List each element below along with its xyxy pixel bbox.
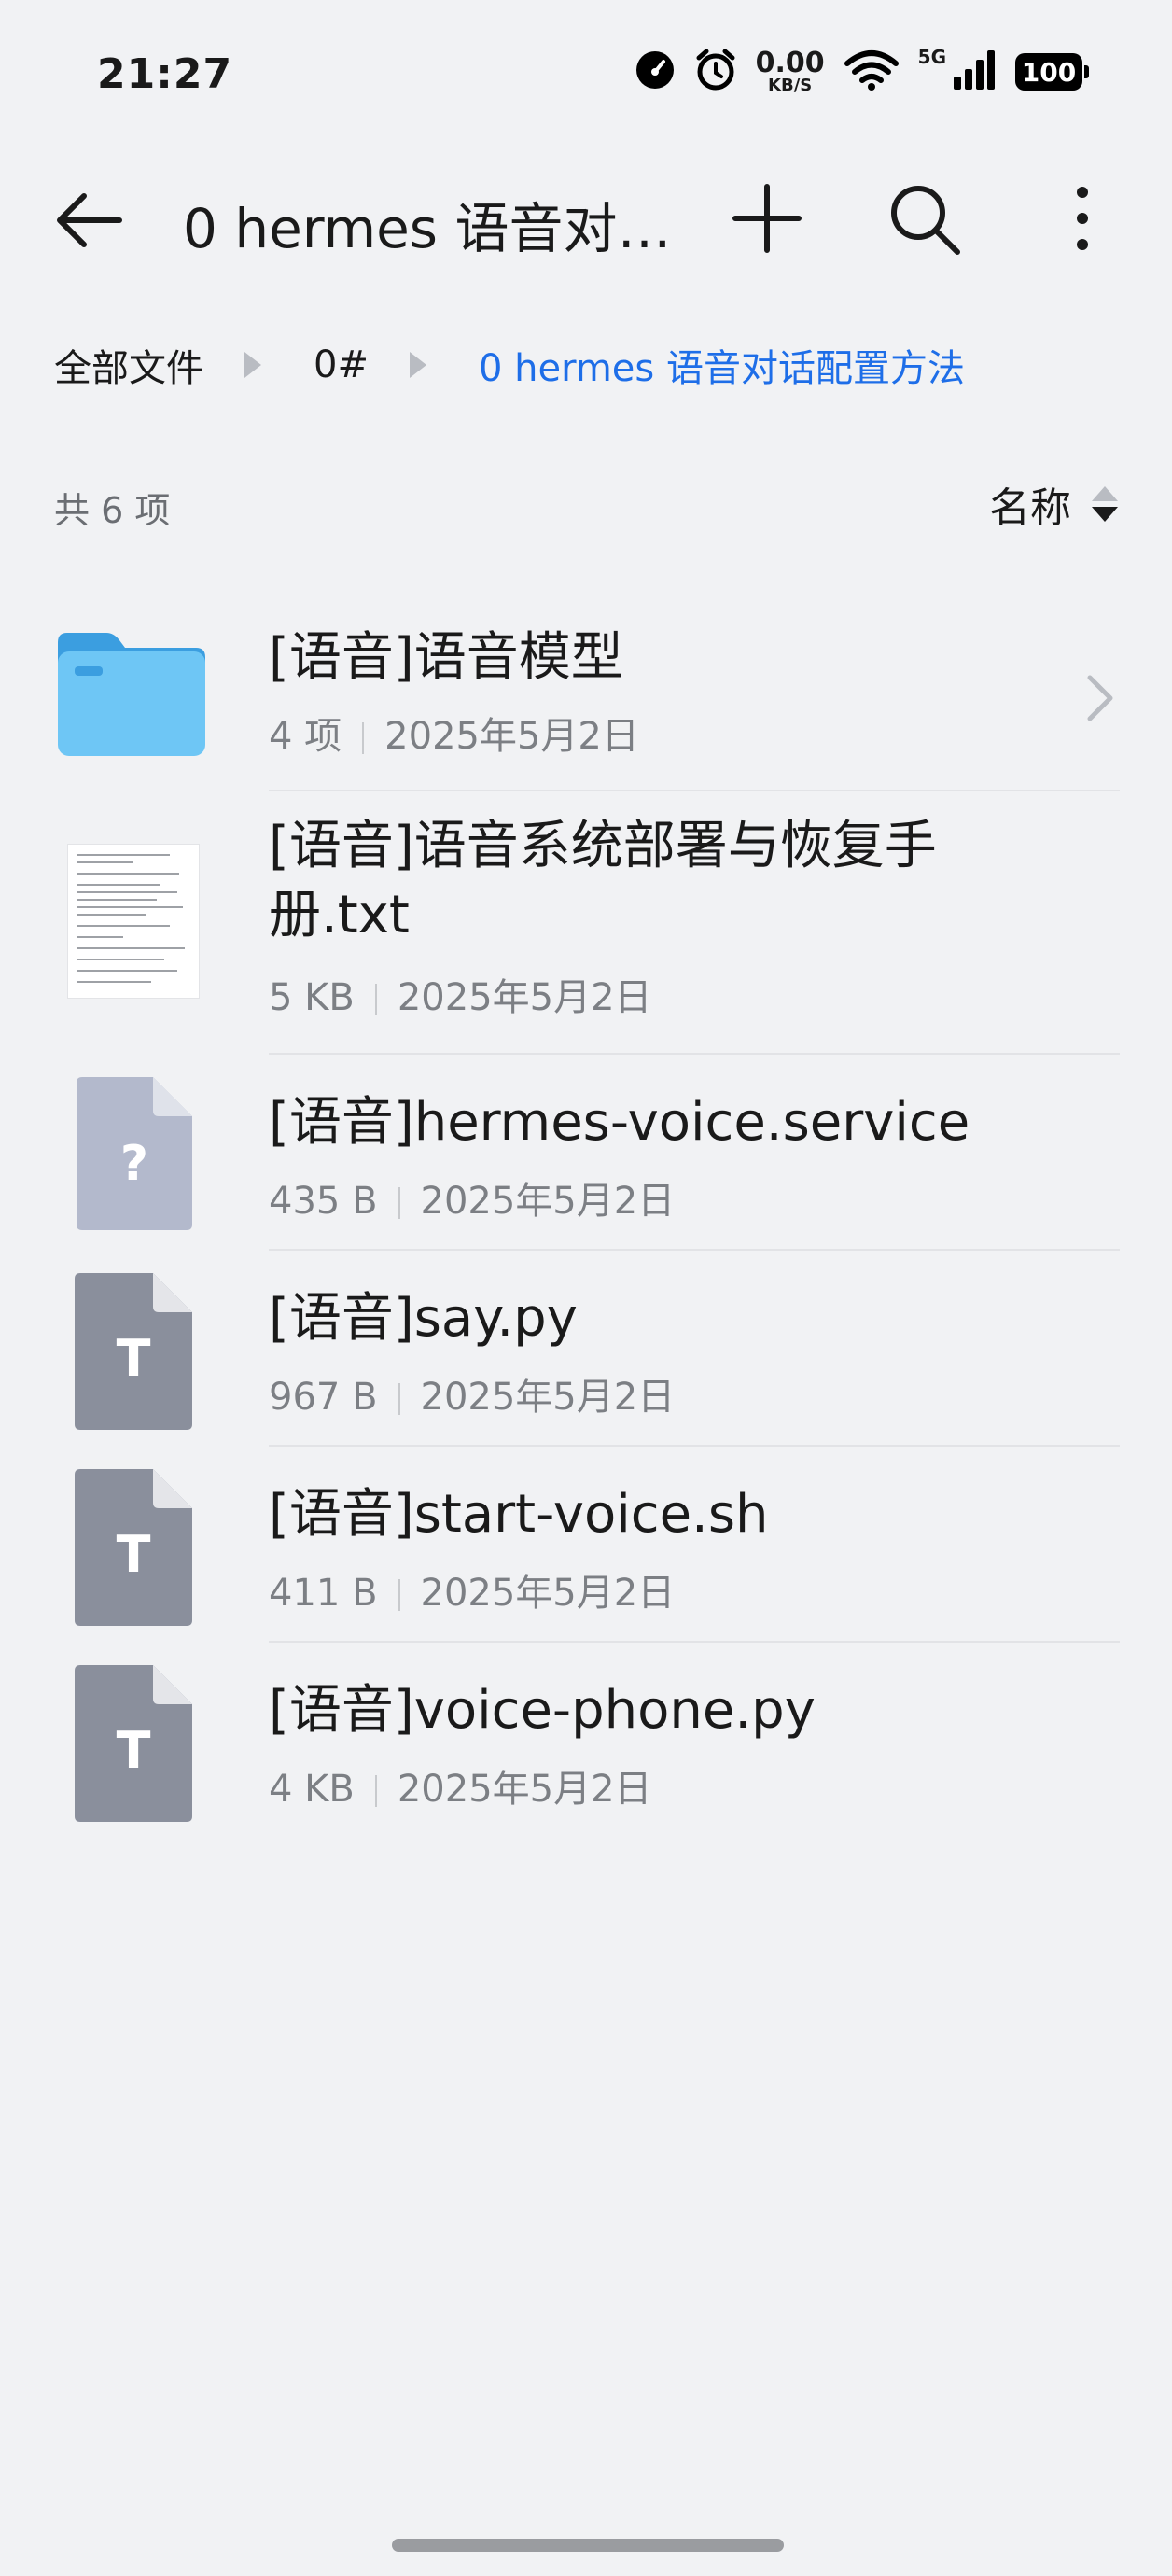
file-date: 2025年5月2日 <box>420 1376 676 1419</box>
back-button[interactable] <box>50 181 129 259</box>
more-vertical-icon <box>1077 187 1088 250</box>
file-list: [语音]语音模型 4 项 2025年5月2日 [语音]语音系统部署与恢复手册.t… <box>0 595 1172 1839</box>
network-speed-value: 0.00 <box>755 47 825 79</box>
file-name: [语音]say.py <box>269 1288 578 1349</box>
file-date: 2025年5月2日 <box>420 1180 676 1223</box>
svg-text:T: T <box>117 1721 151 1780</box>
file-date: 2025年5月2日 <box>384 715 639 758</box>
text-file-icon: T <box>75 1665 192 1826</box>
file-date: 2025年5月2日 <box>397 976 652 1019</box>
sort-order-icon <box>1092 486 1118 522</box>
file-meta: 435 B 2025年5月2日 <box>269 1170 675 1225</box>
folder-icon <box>54 629 209 763</box>
wifi-icon <box>844 49 900 95</box>
file-name: [语音]语音模型 <box>269 627 623 688</box>
item-count: 共 6 项 <box>54 490 171 531</box>
battery-indicator: 100 <box>1015 53 1089 91</box>
search-icon <box>891 186 960 255</box>
network-speed: 0.00 KB/S <box>756 49 825 94</box>
sort-label: 名称 <box>989 484 1071 532</box>
file-row-text[interactable]: T [语音]start-voice.sh 411 B 2025年5月2日 <box>0 1447 1172 1643</box>
file-size: 4 项 <box>269 715 342 758</box>
network-speed-unit: KB/S <box>768 76 813 95</box>
text-file-icon: T <box>75 1469 192 1630</box>
text-file-icon: T <box>75 1273 192 1434</box>
toolbar: 0 hermes 语音对… <box>0 159 1172 274</box>
status-bar: 21:27 0.00 KB/S 5G 100 <box>0 0 1172 140</box>
file-date: 2025年5月2日 <box>397 1768 652 1811</box>
breadcrumb-item-all-files[interactable]: 全部文件 <box>54 338 203 392</box>
plus-icon <box>732 184 802 253</box>
file-row-unknown[interactable]: ? [语音]hermes-voice.service 435 B 2025年5月2… <box>0 1055 1172 1251</box>
file-name: [语音]voice-phone.py <box>269 1680 816 1741</box>
file-row-folder[interactable]: [语音]语音模型 4 项 2025年5月2日 <box>0 595 1172 791</box>
svg-text:?: ? <box>120 1136 148 1192</box>
speedometer-icon <box>635 49 676 94</box>
breadcrumb-separator-icon <box>409 352 426 378</box>
svg-text:T: T <box>117 1329 151 1388</box>
file-name: [语音]hermes-voice.service <box>269 1092 970 1153</box>
back-arrow-icon <box>57 193 122 247</box>
breadcrumb-item-current[interactable]: 0 hermes 语音对话配置方法 <box>479 338 965 392</box>
more-options-button[interactable] <box>1043 179 1122 258</box>
file-manager-screen: 21:27 0.00 KB/S 5G 100 0 hermes 语音对… 全部文… <box>0 0 1172 2576</box>
sort-button[interactable]: 名称 <box>989 474 1118 534</box>
file-size: 435 B <box>269 1180 378 1223</box>
home-indicator[interactable] <box>392 2539 784 2552</box>
svg-text:T: T <box>117 1525 151 1584</box>
file-meta: 967 B 2025年5月2日 <box>269 1366 675 1421</box>
file-size: 4 KB <box>269 1768 355 1811</box>
network-type-label: 5G <box>917 46 946 68</box>
file-size: 411 B <box>269 1572 378 1615</box>
file-row-document[interactable]: [语音]语音系统部署与恢复手册.txt 5 KB 2025年5月2日 <box>0 791 1172 1055</box>
status-time: 21:27 <box>97 50 233 98</box>
page-title: 0 hermes 语音对… <box>183 197 672 260</box>
file-meta: 4 项 2025年5月2日 <box>269 706 639 760</box>
cell-signal-icon <box>952 49 997 95</box>
unknown-file-icon: ? <box>77 1077 192 1234</box>
file-meta: 5 KB 2025年5月2日 <box>269 967 652 1021</box>
list-header: 共 6 项 名称 <box>54 474 1118 534</box>
file-date: 2025年5月2日 <box>420 1572 676 1615</box>
file-meta: 411 B 2025年5月2日 <box>269 1562 675 1617</box>
file-size: 5 KB <box>269 976 355 1019</box>
search-button[interactable] <box>885 179 963 258</box>
chevron-right-icon <box>1087 675 1113 721</box>
breadcrumb: 全部文件 0# 0 hermes 语音对话配置方法 <box>54 338 965 392</box>
status-icons: 0.00 KB/S 5G 100 <box>635 46 1089 95</box>
file-name: [语音]语音系统部署与恢复手册.txt <box>269 816 937 945</box>
file-name: [语音]start-voice.sh <box>269 1484 769 1545</box>
text-document-preview-icon <box>66 843 201 1002</box>
file-size: 967 B <box>269 1376 378 1419</box>
alarm-icon <box>694 49 737 95</box>
file-meta: 4 KB 2025年5月2日 <box>269 1758 652 1813</box>
breadcrumb-item-folder[interactable]: 0# <box>314 343 369 386</box>
file-row-text[interactable]: T [语音]voice-phone.py 4 KB 2025年5月2日 <box>0 1643 1172 1839</box>
breadcrumb-separator-icon <box>244 352 261 378</box>
add-button[interactable] <box>728 179 806 258</box>
file-row-text[interactable]: T [语音]say.py 967 B 2025年5月2日 <box>0 1251 1172 1447</box>
